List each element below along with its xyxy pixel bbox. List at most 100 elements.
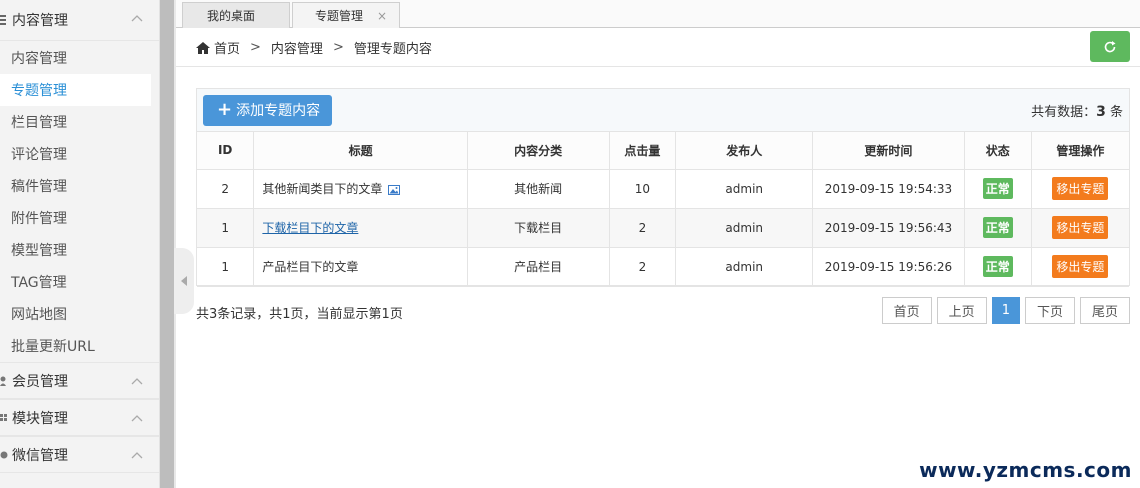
cell-title: 产品栏目下的文章 (253, 247, 468, 287)
cell-status: 正常 (964, 208, 1032, 248)
table-row: 1 下载栏目下的文章 下载栏目 2 admin 2019-09-15 19:56… (197, 208, 1129, 248)
sidebar-item-topic[interactable]: 专题管理 (0, 74, 151, 106)
remove-from-topic-button[interactable]: 移出专题 (1052, 177, 1109, 200)
sidebar-item-update-url[interactable]: 批量更新URL (0, 330, 159, 362)
sidebar-group-label: 微信管理 (12, 447, 68, 464)
total-number: 3 (1096, 103, 1106, 120)
chevron-up-icon (131, 452, 143, 459)
sidebar-group-label: 会员管理 (12, 373, 68, 390)
cell-category: 产品栏目 (467, 247, 610, 287)
list-icon (0, 15, 6, 25)
col-header-title[interactable]: 标题 (253, 132, 468, 170)
status-badge: 正常 (982, 217, 1013, 238)
cell-updated: 2019-09-15 19:54:33 (812, 169, 965, 209)
table-header-row: ID 标题 内容分类 点击量 发布人 更新时间 状态 管理操作 (197, 132, 1129, 170)
add-button-label: 添加专题内容 (236, 103, 321, 119)
sidebar: 内容管理 内容管理 专题管理 栏目管理 评论管理 稿件管理 附件管理 模型管理 … (0, 0, 160, 488)
col-header-hits[interactable]: 点击量 (609, 132, 677, 170)
divider (174, 0, 176, 488)
cell-id: 1 (197, 208, 255, 248)
last-page-button[interactable]: 尾页 (1079, 297, 1130, 324)
sidebar-item-tag[interactable]: TAG管理 (0, 266, 159, 298)
breadcrumb-content[interactable]: 内容管理 (271, 38, 323, 57)
cell-hits: 2 (609, 208, 677, 248)
refresh-button[interactable] (1090, 31, 1130, 62)
total-prefix: 共有数据： (1031, 104, 1097, 120)
sidebar-group-wechat[interactable]: 微信管理 (0, 436, 159, 473)
close-icon[interactable]: × (377, 9, 387, 23)
sidebar-group-member[interactable]: 会员管理 (0, 362, 159, 399)
cell-hits: 2 (609, 247, 677, 287)
sidebar-item-attachment[interactable]: 附件管理 (0, 202, 159, 234)
tab-label: 专题管理 (315, 9, 364, 23)
cell-hits: 10 (609, 169, 677, 209)
tab-topic-manage[interactable]: 专题管理 × (292, 2, 400, 28)
cell-status: 正常 (964, 247, 1032, 287)
tab-label: 我的桌面 (207, 9, 256, 23)
topic-content-panel: + 添加专题内容 共有数据：3 条 ID 标题 内容分类 点击量 发布人 更新时… (196, 88, 1130, 287)
cell-title: 下载栏目下的文章 (253, 208, 468, 248)
breadcrumb-separator: > (250, 40, 261, 55)
topic-content-table: ID 标题 内容分类 点击量 发布人 更新时间 状态 管理操作 2 其他新闻类目… (197, 132, 1129, 287)
sidebar-item-sitemap[interactable]: 网站地图 (0, 298, 159, 330)
sidebar-item-manuscript[interactable]: 稿件管理 (0, 170, 159, 202)
cell-id: 2 (197, 169, 255, 209)
chevron-up-icon (131, 15, 143, 22)
col-header-id[interactable]: ID (197, 132, 255, 170)
chevron-up-icon (131, 415, 143, 422)
row-title[interactable]: 其他新闻类目下的文章 (262, 182, 382, 196)
image-icon (388, 184, 401, 195)
first-page-button[interactable]: 首页 (881, 297, 932, 324)
panel-toolbar: + 添加专题内容 共有数据：3 条 (197, 89, 1129, 132)
col-header-updated[interactable]: 更新时间 (812, 132, 965, 170)
cell-author: admin (675, 169, 814, 209)
sidebar-group-content[interactable]: 内容管理 (0, 0, 159, 41)
sidebar-group-module[interactable]: 模块管理 (0, 399, 159, 436)
row-title[interactable]: 产品栏目下的文章 (262, 260, 358, 274)
cell-status: 正常 (964, 169, 1032, 209)
current-page-button[interactable]: 1 (991, 297, 1020, 324)
row-title-link[interactable]: 下载栏目下的文章 (262, 221, 358, 235)
refresh-icon (1104, 40, 1116, 52)
col-header-author[interactable]: 发布人 (675, 132, 814, 170)
remove-from-topic-button[interactable]: 移出专题 (1052, 255, 1109, 278)
cell-updated: 2019-09-15 19:56:26 (812, 247, 965, 287)
col-header-category[interactable]: 内容分类 (467, 132, 610, 170)
chevron-up-icon (131, 378, 143, 385)
breadcrumb-home[interactable]: 首页 (214, 38, 240, 57)
sidebar-item-comment[interactable]: 评论管理 (0, 138, 159, 170)
sidebar-scrollbar[interactable] (160, 0, 174, 488)
total-count: 共有数据：3 条 (1031, 101, 1123, 120)
grid-icon (0, 413, 7, 421)
remove-from-topic-button[interactable]: 移出专题 (1052, 216, 1109, 239)
tab-bar: 我的桌面 专题管理 × (176, 0, 1140, 28)
home-icon (196, 41, 210, 54)
cell-actions: 移出专题 (1031, 247, 1129, 287)
table-row: 2 其他新闻类目下的文章 其他新闻 10 admin 2019-09-15 19… (197, 169, 1129, 209)
wechat-icon (0, 451, 8, 458)
plus-icon: + (217, 99, 233, 120)
next-page-button[interactable]: 下页 (1024, 297, 1075, 324)
add-topic-content-button[interactable]: + 添加专题内容 (203, 94, 333, 126)
user-icon (0, 376, 6, 386)
cell-category: 其他新闻 (467, 169, 610, 209)
cell-category: 下载栏目 (467, 208, 610, 248)
tab-desktop[interactable]: 我的桌面 (182, 2, 290, 28)
cell-id: 1 (197, 247, 255, 287)
pagination: 首页 上页 1 下页 尾页 (881, 297, 1130, 324)
sidebar-item-content[interactable]: 内容管理 (0, 42, 159, 74)
total-suffix: 条 (1105, 104, 1123, 120)
status-badge: 正常 (982, 178, 1013, 199)
watermark: www.yzmcms.com (919, 458, 1132, 482)
prev-page-button[interactable]: 上页 (936, 297, 987, 324)
sidebar-item-column[interactable]: 栏目管理 (0, 106, 159, 138)
sidebar-item-model[interactable]: 模型管理 (0, 234, 159, 266)
col-header-actions[interactable]: 管理操作 (1031, 132, 1129, 170)
cell-actions: 移出专题 (1031, 208, 1129, 248)
breadcrumb-separator: > (332, 40, 344, 55)
col-header-status[interactable]: 状态 (964, 132, 1032, 170)
sidebar-collapse-handle[interactable] (174, 248, 194, 314)
breadcrumb-current: 管理专题内容 (353, 42, 432, 57)
sidebar-group-label: 模块管理 (12, 410, 68, 427)
cell-title: 其他新闻类目下的文章 (253, 169, 468, 209)
